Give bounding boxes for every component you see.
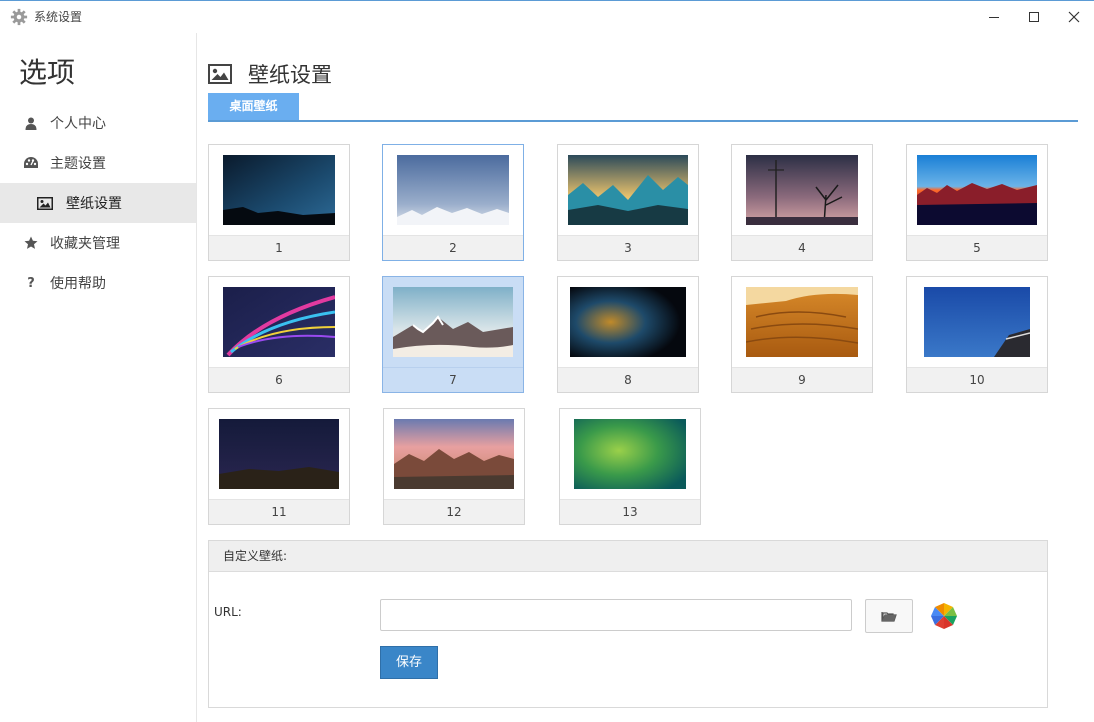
wallpaper-card-8[interactable]: 8	[557, 276, 699, 393]
page-header: 壁纸设置	[208, 59, 1078, 89]
close-icon	[1068, 11, 1080, 22]
wallpaper-card-7[interactable]: 7	[382, 276, 524, 393]
wallpaper-number: 12	[384, 499, 524, 524]
wallpaper-number: 8	[558, 367, 698, 392]
page-title: 壁纸设置	[248, 63, 332, 87]
wallpaper-number: 4	[732, 235, 872, 260]
wallpaper-number: 6	[209, 367, 349, 392]
custom-wallpaper-heading: 自定义壁纸:	[209, 541, 1047, 572]
maximize-button[interactable]	[1014, 1, 1054, 32]
wallpaper-number: 1	[209, 235, 349, 260]
wallpaper-card-12[interactable]: 12	[383, 408, 525, 525]
wallpaper-number: 3	[558, 235, 698, 260]
wallpaper-number: 10	[907, 367, 1047, 392]
wallpaper-thumbnail	[746, 155, 858, 225]
image-icon	[36, 196, 54, 210]
tab-desktop-wallpaper[interactable]: 桌面壁纸	[208, 93, 299, 120]
wallpaper-number: 5	[907, 235, 1047, 260]
sidebar-heading: 选项	[19, 56, 76, 89]
wallpaper-thumbnail	[568, 155, 688, 225]
wallpaper-thumbnail	[393, 287, 513, 357]
maximize-icon	[1029, 11, 1039, 22]
sidebar-item-favorites[interactable]: 收藏夹管理	[0, 223, 196, 263]
wallpaper-card-1[interactable]: 1	[208, 144, 350, 261]
sidebar-item-label: 壁纸设置	[66, 196, 122, 212]
sidebar-item-label: 使用帮助	[50, 276, 106, 292]
sidebar-item-help[interactable]: ? 使用帮助	[0, 263, 196, 303]
folder-open-icon	[881, 612, 897, 622]
sidebar-item-wallpaper[interactable]: 壁纸设置	[0, 183, 196, 223]
question-icon: ?	[27, 275, 35, 291]
sidebar-item-label: 主题设置	[50, 156, 106, 172]
wallpaper-card-3[interactable]: 3	[557, 144, 699, 261]
wallpaper-card-6[interactable]: 6	[208, 276, 350, 393]
wallpaper-thumbnail	[574, 419, 686, 489]
pinwheel-icon[interactable]	[929, 601, 959, 631]
wallpaper-thumbnail	[223, 287, 335, 357]
wallpaper-number: 13	[560, 499, 700, 524]
window-controls	[974, 1, 1094, 32]
image-icon	[208, 64, 232, 84]
wallpaper-card-9[interactable]: 9	[731, 276, 873, 393]
minimize-icon	[989, 16, 999, 18]
wallpaper-card-10[interactable]: 10	[906, 276, 1048, 393]
wallpaper-thumbnail	[917, 155, 1037, 225]
custom-wallpaper-panel: 自定义壁纸: URL: 保存	[208, 540, 1048, 708]
browse-folder-button[interactable]	[865, 599, 913, 633]
palette-icon	[22, 156, 40, 170]
gear-icon	[10, 8, 28, 25]
wallpaper-grid: 1 2 3 4 5 6 7 8 9 10 11 12 13 自定义壁纸: URL…	[208, 144, 1078, 708]
wallpaper-number: 2	[383, 235, 523, 260]
settings-window: 系统设置 选项 个人中心 主题设置 壁纸设置 收藏夹管理 ? 使用帮助 壁纸设置…	[0, 0, 1094, 722]
sidebar-item-profile[interactable]: 个人中心	[0, 103, 196, 143]
save-button[interactable]: 保存	[380, 646, 438, 679]
tab-bar: 桌面壁纸	[208, 93, 1078, 122]
title-bar: 系统设置	[0, 1, 1094, 32]
wallpaper-card-13[interactable]: 13	[559, 408, 701, 525]
main-content: 壁纸设置 桌面壁纸	[208, 33, 1078, 122]
url-label: URL:	[214, 605, 242, 619]
window-title: 系统设置	[34, 10, 83, 24]
wallpaper-thumbnail	[746, 287, 858, 357]
sidebar: 选项 个人中心 主题设置 壁纸设置 收藏夹管理 ? 使用帮助	[0, 33, 197, 722]
wallpaper-number: 9	[732, 367, 872, 392]
wallpaper-number: 7	[383, 367, 523, 392]
wallpaper-card-4[interactable]: 4	[731, 144, 873, 261]
star-icon	[22, 236, 40, 250]
wallpaper-thumbnail	[397, 155, 509, 225]
wallpaper-card-5[interactable]: 5	[906, 144, 1048, 261]
sidebar-item-label: 个人中心	[50, 116, 106, 132]
wallpaper-card-11[interactable]: 11	[208, 408, 350, 525]
minimize-button[interactable]	[974, 1, 1014, 32]
wallpaper-card-2[interactable]: 2	[382, 144, 524, 261]
wallpaper-thumbnail	[924, 287, 1030, 357]
wallpaper-thumbnail	[394, 419, 514, 489]
sidebar-item-theme[interactable]: 主题设置	[0, 143, 196, 183]
sidebar-item-label: 收藏夹管理	[50, 236, 120, 252]
wallpaper-thumbnail	[570, 287, 686, 357]
wallpaper-number: 11	[209, 499, 349, 524]
user-icon	[22, 117, 40, 130]
wallpaper-thumbnail	[219, 419, 339, 489]
close-button[interactable]	[1054, 1, 1094, 32]
url-input[interactable]	[380, 599, 852, 631]
wallpaper-thumbnail	[223, 155, 335, 225]
